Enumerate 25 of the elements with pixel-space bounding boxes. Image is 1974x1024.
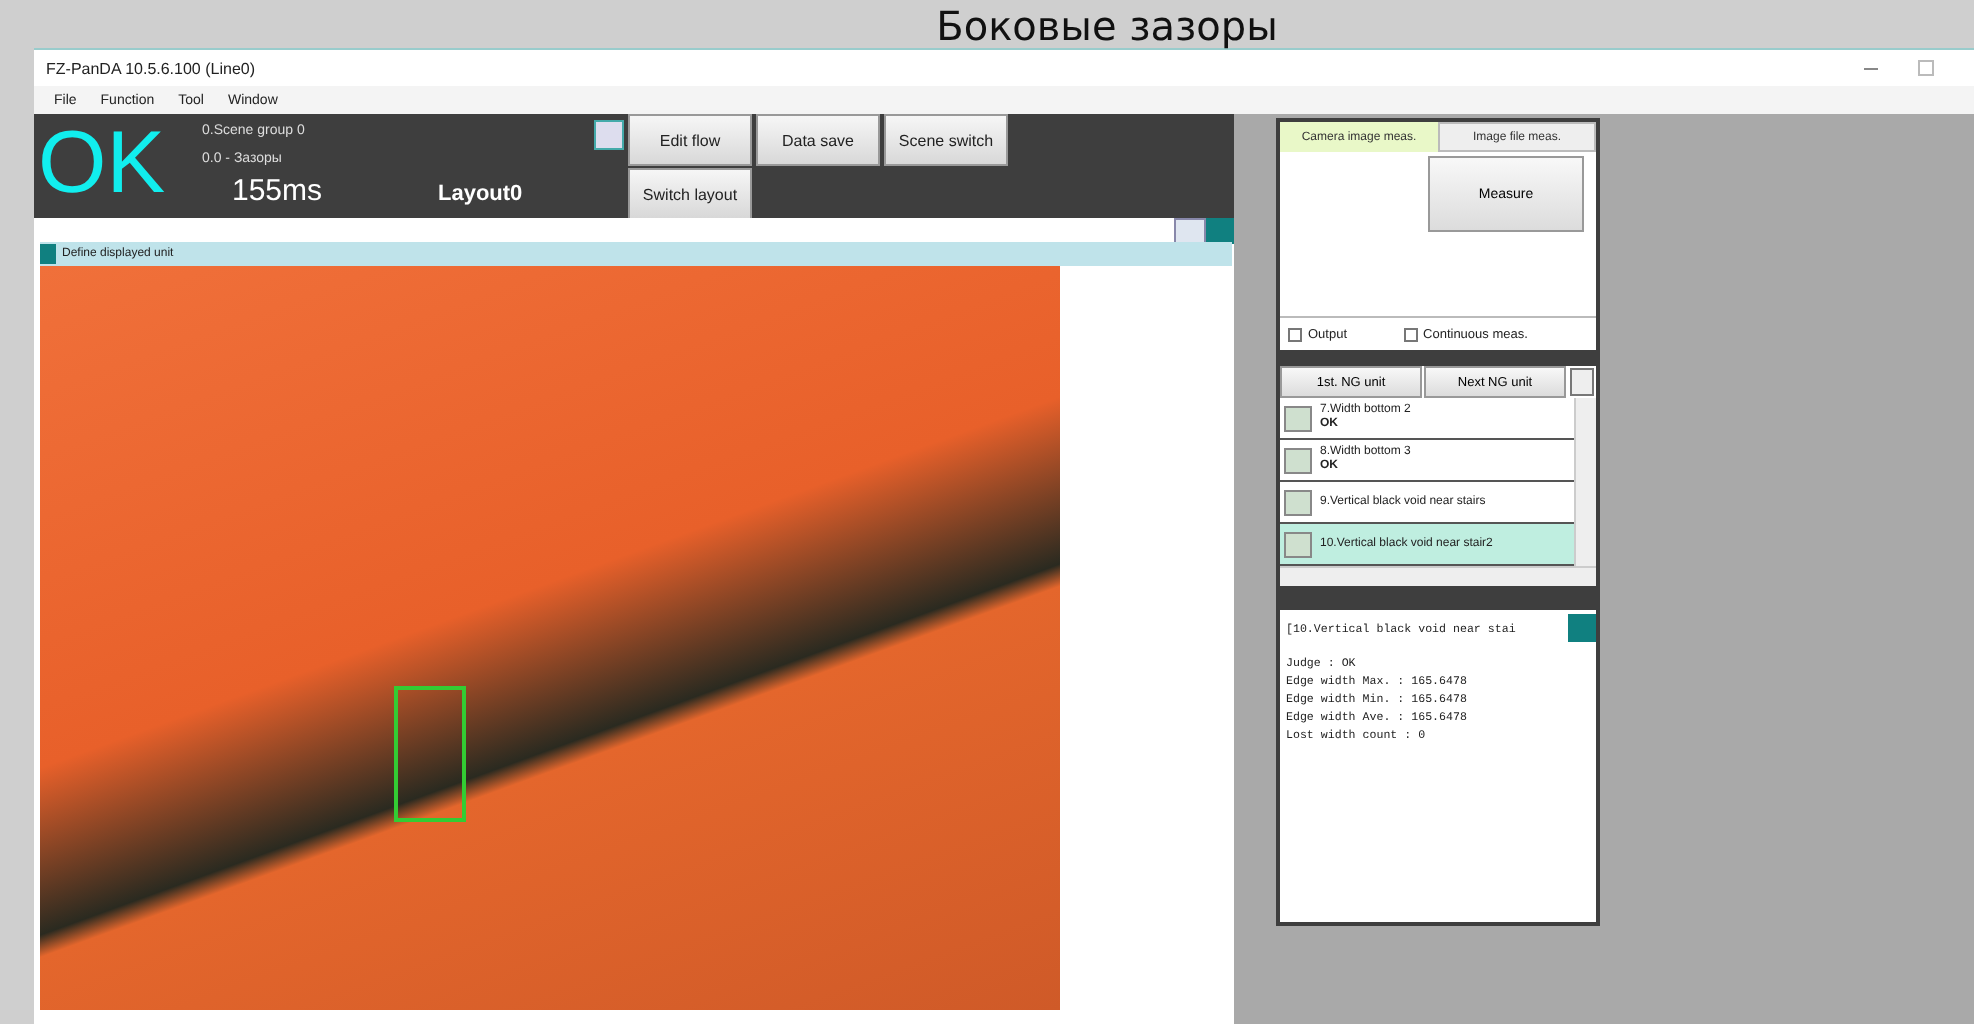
toolbar-button[interactable]: Switch layout bbox=[628, 168, 752, 220]
slide-title: Боковые зазоры bbox=[934, 4, 1278, 48]
calendar-icon[interactable] bbox=[1570, 368, 1594, 396]
horizontal-scrollbar[interactable] bbox=[1280, 566, 1596, 586]
unit-icon bbox=[1284, 489, 1312, 515]
maximize-button[interactable] bbox=[1918, 60, 1934, 76]
toolbar-button[interactable]: Data save bbox=[756, 114, 880, 166]
toolbar-button[interactable]: Edit flow bbox=[628, 114, 752, 166]
square-icon bbox=[1568, 614, 1596, 642]
checkbox[interactable] bbox=[1403, 327, 1418, 341]
checkbox[interactable] bbox=[1288, 327, 1302, 341]
window-title: FZ-PanDA 10.5.6.100 (Line0) bbox=[46, 59, 258, 77]
toolbar-button[interactable]: Scene switch bbox=[884, 114, 1008, 166]
vertical-scrollbar[interactable] bbox=[1574, 398, 1596, 566]
square-icon bbox=[1206, 218, 1234, 244]
unit-marker-icon bbox=[40, 244, 56, 264]
user-icon[interactable] bbox=[594, 120, 624, 150]
processing-time: 155ms bbox=[230, 174, 325, 210]
judge-result: OK bbox=[36, 114, 168, 216]
measurement-region bbox=[394, 686, 466, 822]
unit-icon bbox=[1284, 531, 1312, 557]
unit-icon bbox=[1284, 405, 1312, 431]
unit-icon bbox=[1284, 447, 1312, 473]
minimize-button[interactable] bbox=[1864, 67, 1878, 69]
layout-name: Layout0 bbox=[436, 182, 525, 210]
